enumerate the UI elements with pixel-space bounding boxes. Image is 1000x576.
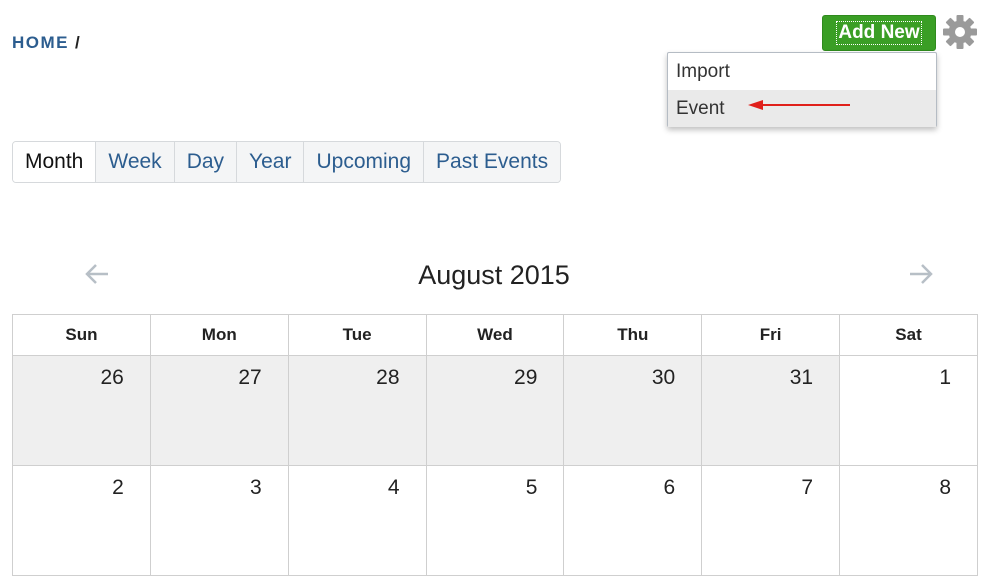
gear-icon[interactable] bbox=[940, 12, 980, 52]
weekday-header: Fri bbox=[701, 314, 841, 356]
view-tabs: Month Week Day Year Upcoming Past Events bbox=[12, 141, 562, 183]
calendar-day-cell[interactable]: 28 bbox=[287, 355, 427, 466]
add-new-button[interactable]: Add New bbox=[822, 15, 936, 51]
tab-month[interactable]: Month bbox=[13, 142, 96, 182]
tab-upcoming[interactable]: Upcoming bbox=[303, 142, 424, 182]
tab-year[interactable]: Year bbox=[236, 142, 304, 182]
calendar-day-cell[interactable]: 3 bbox=[149, 465, 289, 576]
arrow-right-icon[interactable] bbox=[907, 262, 935, 286]
weekday-header: Wed bbox=[425, 314, 565, 356]
calendar-day-cell[interactable]: 27 bbox=[149, 355, 289, 466]
calendar-day-cell[interactable]: 26 bbox=[12, 355, 151, 466]
calendar-day-cell[interactable]: 4 bbox=[287, 465, 427, 576]
calendar-day-cell[interactable]: 8 bbox=[839, 465, 978, 576]
tab-past-events[interactable]: Past Events bbox=[423, 142, 561, 182]
annotation-arrow-icon bbox=[748, 100, 850, 110]
calendar-day-cell[interactable]: 6 bbox=[563, 465, 703, 576]
calendar-day-cell[interactable]: 7 bbox=[701, 465, 841, 576]
month-title: August 2015 bbox=[418, 260, 570, 290]
breadcrumb: HOME / bbox=[12, 33, 81, 53]
calendar-day-cell[interactable]: 29 bbox=[425, 355, 565, 466]
weekday-header: Sun bbox=[12, 314, 151, 356]
breadcrumb-separator: / bbox=[75, 33, 82, 52]
add-new-dropdown-menu: Import Event bbox=[667, 52, 937, 127]
menu-item-import[interactable]: Import bbox=[668, 53, 936, 90]
calendar-week-row: 2 3 4 5 6 7 8 bbox=[12, 465, 978, 576]
weekday-header: Mon bbox=[149, 314, 289, 356]
weekday-header-row: Sun Mon Tue Wed Thu Fri Sat bbox=[12, 314, 978, 356]
add-new-label: Add New bbox=[836, 21, 922, 45]
weekday-header: Thu bbox=[563, 314, 703, 356]
calendar-day-cell[interactable]: 30 bbox=[563, 355, 703, 466]
calendar-day-cell[interactable]: 31 bbox=[701, 355, 841, 466]
calendar-day-cell[interactable]: 2 bbox=[12, 465, 151, 576]
weekday-header: Tue bbox=[287, 314, 427, 356]
breadcrumb-home-link[interactable]: HOME bbox=[12, 33, 69, 52]
month-calendar-grid: Sun Mon Tue Wed Thu Fri Sat 26 27 28 29 … bbox=[12, 314, 978, 576]
calendar-day-cell[interactable]: 5 bbox=[425, 465, 565, 576]
weekday-header: Sat bbox=[839, 314, 978, 356]
calendar-week-row: 26 27 28 29 30 31 1 bbox=[12, 355, 978, 466]
calendar-day-cell[interactable]: 1 bbox=[839, 355, 978, 466]
tab-week[interactable]: Week bbox=[95, 142, 174, 182]
tab-day[interactable]: Day bbox=[173, 142, 237, 182]
